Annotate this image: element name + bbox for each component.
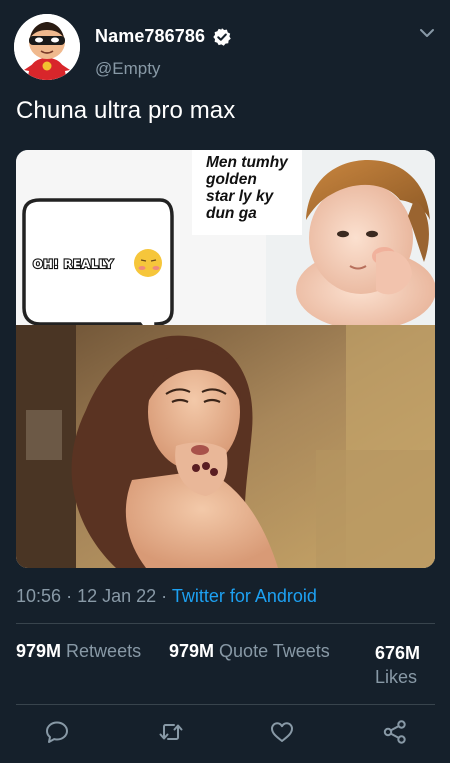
display-name[interactable]: Name786786: [95, 26, 205, 47]
tweet-date: 12 Jan 22: [77, 586, 157, 606]
likes-count: 676M: [375, 643, 421, 663]
quote-tweets-stat[interactable]: 979M Quote Tweets: [169, 641, 330, 662]
quote-tweets-label: Quote Tweets: [219, 641, 330, 661]
share-icon[interactable]: [381, 718, 409, 746]
meta-separator: ·: [161, 586, 168, 606]
verified-badge-icon: [212, 27, 232, 47]
heart-icon[interactable]: [268, 718, 296, 746]
divider: [16, 623, 435, 624]
tweet-action-bar: [0, 718, 450, 750]
user-handle[interactable]: @Empty: [95, 59, 160, 79]
name-row: Name786786: [95, 26, 232, 47]
speech-bubble-text: OH! REALLY: [32, 256, 114, 272]
retweets-count: 979M: [16, 641, 62, 661]
chevron-down-icon[interactable]: [416, 22, 438, 44]
divider: [16, 704, 435, 705]
likes-label: Likes: [375, 667, 418, 687]
tweet-header: Name786786 @Empty: [0, 0, 450, 90]
meme-caption: Men tumhy golden star ly ky dun ga: [206, 154, 288, 222]
retweets-label: Retweets: [66, 641, 142, 661]
retweets-stat[interactable]: 979M Retweets: [16, 641, 141, 662]
tweet-text: Chuna ultra pro max: [16, 97, 236, 124]
tweet-source-link[interactable]: Twitter for Android: [172, 586, 317, 606]
tweet-time: 10:56: [16, 586, 62, 606]
tweet-meta: 10:56 · 12 Jan 22 · Twitter for Android: [16, 586, 317, 607]
likes-stat[interactable]: 676M Likes: [375, 641, 447, 689]
quote-tweets-count: 979M: [169, 641, 215, 661]
avatar[interactable]: [14, 14, 80, 80]
retweet-icon[interactable]: [157, 718, 185, 746]
tweet-detail-page: Name786786 @Empty Chuna ultra pro max Me…: [0, 0, 450, 763]
reply-icon[interactable]: [43, 718, 71, 746]
meta-separator: ·: [66, 586, 73, 606]
tweet-media-image[interactable]: Men tumhy golden star ly ky dun ga OH! R…: [16, 150, 435, 568]
